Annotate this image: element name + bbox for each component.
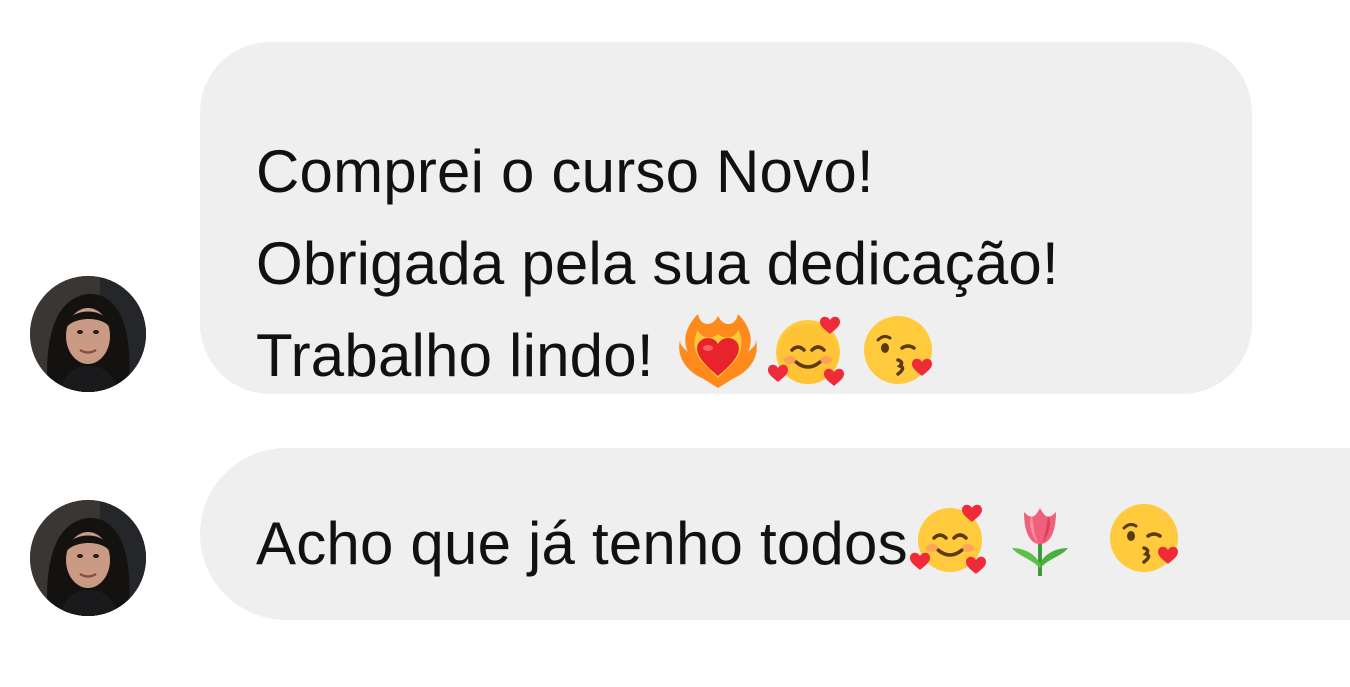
sender-avatar[interactable]	[30, 276, 146, 392]
chat-thread: Comprei o curso Novo! Obrigada pela sua …	[0, 0, 1350, 687]
face-blowing-kiss-emoji	[1104, 498, 1184, 578]
message-text: Acho que já tenho todos	[256, 510, 908, 577]
message-bubble[interactable]: Acho que já tenho todos	[200, 448, 1350, 620]
face-blowing-kiss-emoji	[858, 310, 938, 390]
message-text-line: Obrigada pela sua dedicação!	[256, 230, 1059, 297]
avatar-photo	[30, 276, 146, 392]
tulip-emoji	[1000, 498, 1080, 578]
avatar-photo	[30, 500, 146, 616]
message-text-line: Acho que já tenho todos	[256, 498, 1330, 590]
message-text-line: Trabalho lindo!	[256, 310, 1212, 402]
heart-on-fire-emoji	[678, 310, 758, 390]
message-bubble[interactable]: Comprei o curso Novo! Obrigada pela sua …	[200, 42, 1252, 394]
sender-avatar[interactable]	[30, 500, 146, 616]
message-text: Trabalho lindo!	[256, 322, 654, 389]
message-text-line: Comprei o curso Novo!	[256, 138, 874, 205]
smiling-face-with-hearts-emoji	[767, 310, 848, 390]
smiling-face-with-hearts-emoji	[909, 498, 990, 578]
